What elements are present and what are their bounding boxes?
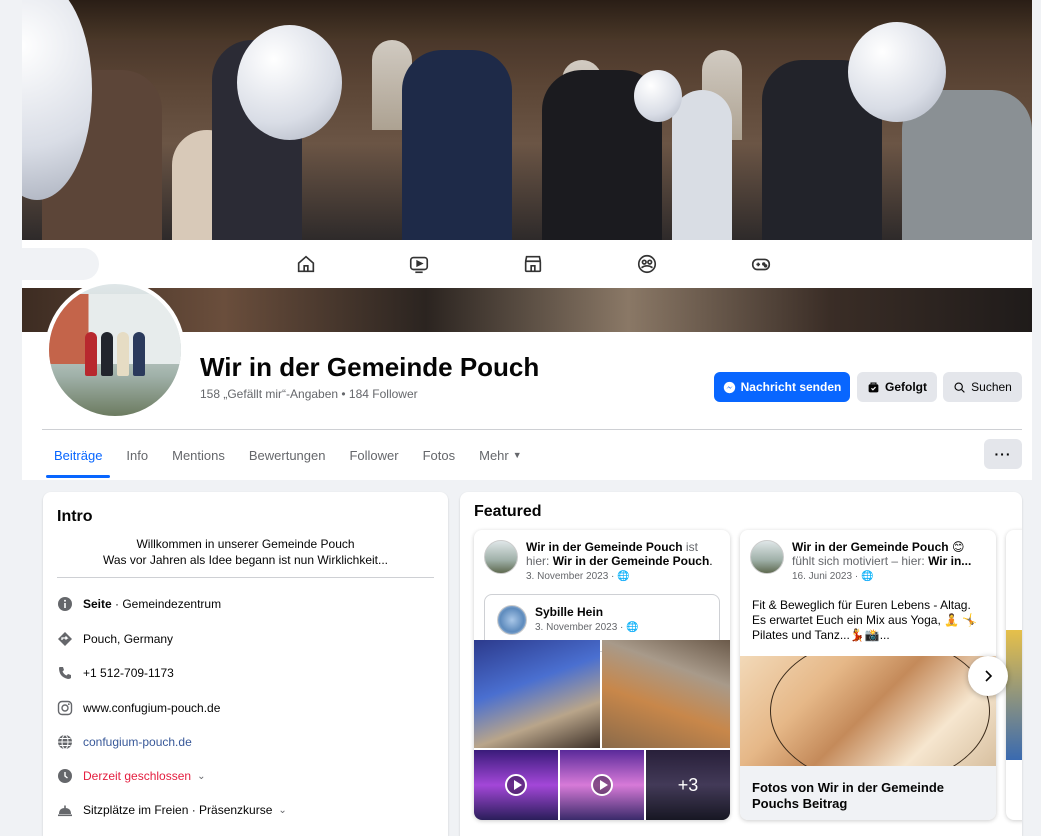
motivated-emoji-icon: 😊	[951, 540, 965, 554]
public-globe-icon: 🌐	[626, 622, 639, 633]
tab-followers[interactable]: Follower	[337, 432, 410, 478]
search-button[interactable]: Suchen	[943, 372, 1022, 402]
following-button[interactable]: Gefolgt	[857, 372, 937, 402]
tab-reviews[interactable]: Bewertungen	[237, 432, 338, 478]
send-message-button[interactable]: Nachricht senden	[714, 372, 850, 402]
info-website: confugium-pouch.de	[57, 732, 192, 752]
post-author-avatar[interactable]	[750, 540, 784, 574]
intro-title: Intro	[57, 508, 93, 525]
info-phone: +1 512-709-1173	[57, 663, 174, 683]
more-options-button[interactable]: ···	[984, 439, 1022, 469]
clock-icon	[57, 768, 73, 784]
tab-info[interactable]: Info	[114, 432, 160, 478]
post-video[interactable]	[474, 750, 558, 820]
info-instagram: www.confugium-pouch.de	[57, 698, 220, 718]
home-icon[interactable]	[295, 253, 317, 275]
profile-avatar[interactable]	[45, 280, 185, 420]
featured-post-2[interactable]: Wir in der Gemeinde Pouch 😊 fühlt sich m…	[740, 530, 996, 820]
search-label: Suchen	[971, 380, 1012, 394]
instagram-icon	[57, 700, 73, 716]
post-author-avatar[interactable]	[484, 540, 518, 574]
post-photo[interactable]	[740, 656, 996, 766]
public-globe-icon: 🌐	[617, 571, 630, 582]
gaming-icon[interactable]	[750, 253, 772, 275]
featured-section: Featured Wir in der Gemeinde Pouch ist h…	[460, 492, 1022, 836]
featured-post-1[interactable]: Wir in der Gemeinde Pouch ist hier: Wir …	[474, 530, 730, 820]
messenger-icon	[723, 381, 735, 393]
location-icon	[57, 631, 73, 647]
carousel-next-button[interactable]	[968, 656, 1008, 696]
play-icon	[591, 774, 613, 796]
caret-down-icon: ▼	[512, 450, 522, 460]
phone-icon	[57, 665, 73, 681]
globe-icon	[57, 734, 73, 750]
groups-icon[interactable]	[636, 253, 658, 275]
marketplace-icon[interactable]	[522, 253, 544, 275]
following-label: Gefolgt	[885, 380, 927, 394]
shared-author-avatar[interactable]	[497, 605, 527, 635]
chevron-right-icon	[985, 670, 993, 682]
search-pill[interactable]	[22, 248, 99, 280]
send-message-label: Nachricht senden	[740, 380, 842, 394]
info-category: Seite · Gemeindezentrum	[57, 594, 221, 614]
tab-posts[interactable]: Beiträge	[42, 432, 114, 478]
service-bell-icon	[57, 802, 73, 818]
play-icon	[505, 774, 527, 796]
more-photos[interactable]: +3	[646, 750, 730, 820]
info-icon	[57, 596, 73, 612]
tab-photos[interactable]: Fotos	[411, 432, 468, 478]
page-title: Wir in der Gemeinde Pouch	[200, 352, 540, 382]
info-services: Sitzplätze im Freien · Präsenzkurse ⌄	[57, 800, 287, 820]
search-icon	[954, 381, 965, 393]
cover-photo[interactable]	[22, 0, 1032, 240]
post-photo[interactable]	[474, 640, 600, 748]
video-icon[interactable]	[408, 253, 430, 275]
following-icon	[868, 381, 879, 392]
intro-bio: Willkommen in unserer Gemeinde Pouch Was…	[102, 537, 389, 567]
info-location: Pouch, Germany	[57, 629, 173, 649]
chevron-down-icon[interactable]: ⌄	[278, 805, 286, 816]
intro-card: Intro Willkommen in unserer Gemeinde Pou…	[43, 492, 448, 836]
tab-mentions[interactable]: Mentions	[160, 432, 237, 478]
chevron-down-icon[interactable]: ⌄	[197, 771, 205, 782]
tab-more[interactable]: Mehr ▼	[467, 432, 534, 478]
profile-header: Wir in der Gemeinde Pouch 158 „Gefällt m…	[22, 280, 1032, 480]
top-navigation-bar	[22, 240, 1032, 288]
info-hours: Derzeit geschlossen ⌄	[57, 766, 205, 786]
featured-post-3-preview[interactable]	[1006, 530, 1022, 820]
featured-title: Featured	[474, 503, 542, 520]
post-caption[interactable]: Fotos von Wir in der Gemeinde Pouchs Bei…	[740, 766, 996, 820]
page-stats[interactable]: 158 „Gefällt mir“-Angaben • 184 Follower	[200, 387, 418, 401]
page-tabs: Beiträge Info Mentions Bewertungen Follo…	[42, 432, 534, 478]
public-globe-icon: 🌐	[860, 571, 874, 582]
post-video[interactable]	[560, 750, 644, 820]
post-text: Fit & Beweglich für Euren Lebens - Altag…	[752, 598, 978, 642]
post-photo[interactable]	[602, 640, 730, 748]
